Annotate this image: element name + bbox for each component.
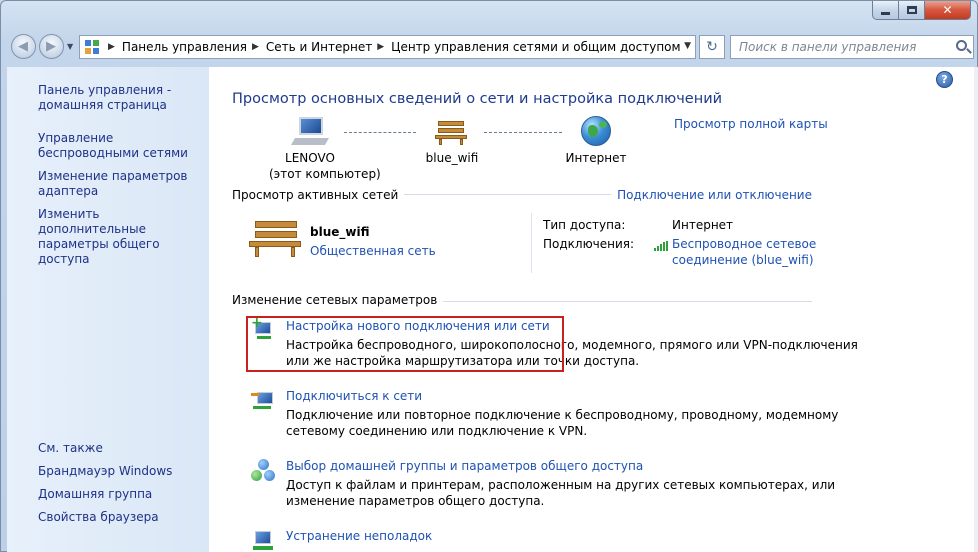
network-type-link[interactable]: Общественная сеть [310,244,436,258]
connect-network-icon [251,388,275,412]
map-link-line [344,132,416,133]
active-networks-heading: Просмотр активных сетей [232,188,405,202]
refresh-button[interactable]: ↻ [699,35,725,59]
sidebar: Панель управления - домашняя страница Уп… [7,67,209,552]
caption-buttons: ✕ [872,1,971,20]
access-type-value: Интернет [672,218,734,232]
active-network-name: blue_wifi [310,225,370,239]
task-homegroup-desc: Доступ к файлам и принтерам, расположенн… [286,478,836,508]
address-dropdown-icon[interactable]: ▼ [684,41,691,51]
task-troubleshoot-link[interactable]: Устранение неполадок [286,529,432,543]
sidebar-item-wireless[interactable]: Управление беспроводными сетями [38,131,208,161]
window-frame: ✕ ◀ ▶ ▼ ▶ Панель управления ▶ Сеть и Инт… [0,0,978,552]
search-input[interactable]: Поиск в панели управления [730,35,974,59]
maximize-icon [906,6,917,14]
sidebar-item-home[interactable]: Панель управления - домашняя страница [38,83,208,113]
page-title: Просмотр основных сведений о сети и наст… [232,91,723,107]
minimize-button[interactable] [872,1,899,20]
map-network-name: blue_wifi [425,151,479,165]
computer-icon [290,117,330,147]
minimize-icon [881,11,890,15]
breadcrumb-control-panel[interactable]: Панель управления [122,40,247,54]
address-bar[interactable]: ▶ Панель управления ▶ Сеть и Интернет ▶ … [79,35,696,59]
signal-bars-icon [654,241,668,251]
change-settings-heading: Изменение сетевых параметров [232,293,444,307]
access-type-label: Тип доступа: [543,218,626,232]
see-also-browser-props[interactable]: Свойства браузера [38,510,208,525]
map-link-line [484,132,562,133]
control-panel-icon [85,40,99,54]
task-homegroup-link[interactable]: Выбор домашней группы и параметров общег… [286,459,643,473]
see-also-homegroup[interactable]: Домашняя группа [38,487,208,502]
refresh-icon: ↻ [706,39,718,55]
bench-network-icon [435,119,467,145]
bench-network-icon [249,219,301,257]
full-map-link[interactable]: Просмотр полной карты [674,117,828,131]
wireless-connection-link[interactable]: Беспроводное сетевое соединение (blue_wi… [672,236,817,268]
task-connect-network-link[interactable]: Подключиться к сети [286,389,422,403]
troubleshoot-icon [251,529,275,552]
back-arrow-icon: ◀ [18,39,28,54]
help-icon[interactable]: ? [936,71,953,88]
breadcrumb-network-center[interactable]: Центр управления сетями и общим доступом [391,40,680,54]
see-also-heading: См. также [38,441,103,455]
forward-button[interactable]: ▶ [39,34,64,59]
divider [531,213,532,273]
highlight-box [246,316,564,372]
map-computer-sub: (этот компьютер) [269,167,381,181]
map-computer-name: LENOVO [285,151,335,165]
right-edge [974,67,978,552]
forward-arrow-icon: ▶ [46,39,56,54]
recent-pages-dropdown[interactable]: ▼ [67,42,73,51]
sidebar-item-adapter[interactable]: Изменение параметров адаптера [38,169,208,199]
close-icon: ✕ [942,3,953,17]
task-connect-network-desc: Подключение или повторное подключение к … [286,408,839,438]
map-computer: LENOVO (этот компьютер) [269,150,381,182]
back-button[interactable]: ◀ [11,34,36,59]
connections-label: Подключения: [543,237,635,251]
sidebar-item-sharing[interactable]: Изменить дополнительные параметры общего… [38,207,208,267]
see-also-firewall[interactable]: Брандмауэр Windows [38,464,208,479]
search-icon[interactable] [956,40,967,51]
breadcrumb-network-internet[interactable]: Сеть и Интернет [266,40,372,54]
connect-disconnect-link[interactable]: Подключение или отключение [611,188,812,202]
maximize-button[interactable] [899,1,925,20]
close-button[interactable]: ✕ [925,1,971,20]
map-internet: Интернет [565,151,627,165]
main-content: ? Просмотр основных сведений о сети и на… [209,67,974,552]
globe-icon [581,116,611,146]
homegroup-icon [251,459,275,483]
search-placeholder: Поиск в панели управления [739,40,917,54]
